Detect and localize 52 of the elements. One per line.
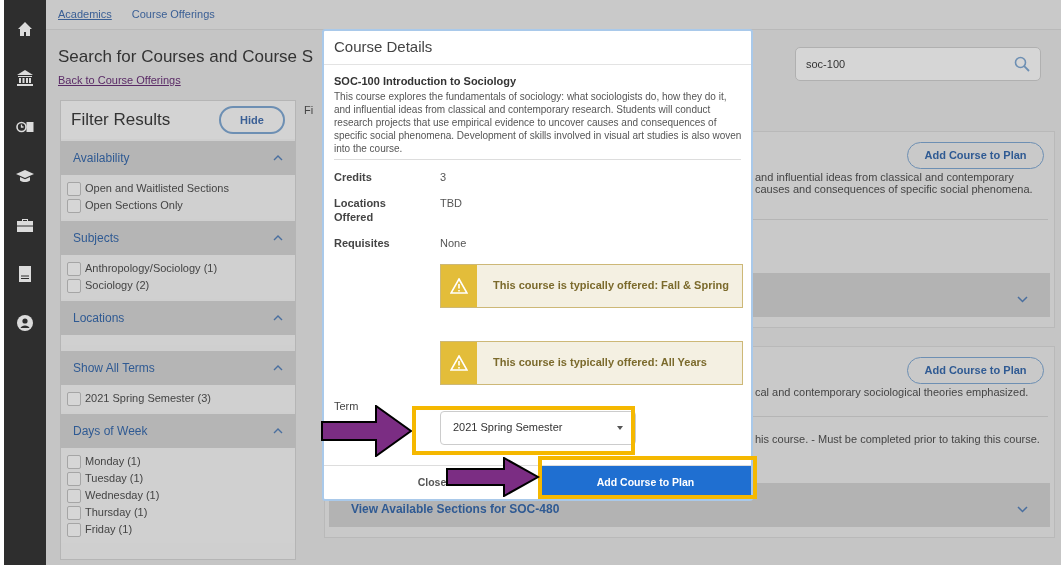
filter-option[interactable]: Thursday (1) bbox=[67, 504, 289, 521]
filter-option[interactable]: Monday (1) bbox=[67, 453, 289, 470]
requisite-text: his course. - Must be completed prior to taking this course. bbox=[754, 431, 1041, 447]
term-label: Term bbox=[334, 400, 360, 412]
notice-banner: This course is typically offered: All Years bbox=[440, 340, 743, 385]
description-text: cal and contemporary sociological theories emphasized. bbox=[755, 385, 1030, 398]
search-field[interactable]: soc-100 bbox=[795, 47, 1041, 81]
filter-title: Filter Results bbox=[71, 109, 171, 132]
warning-icon bbox=[450, 277, 468, 294]
notice-banner: This course is typically offered: Fall & Spring bbox=[440, 263, 743, 308]
bill-icon[interactable] bbox=[16, 265, 34, 283]
filter-section-header[interactable]: Show All Terms bbox=[61, 351, 295, 385]
filter-section-header[interactable]: Availability bbox=[61, 141, 295, 175]
filter-option[interactable]: 2021 Spring Semester (3) bbox=[67, 390, 289, 407]
breadcrumb-link[interactable]: Academics bbox=[58, 6, 112, 23]
detail-label: Requisites bbox=[334, 235, 391, 250]
detail-value: None bbox=[440, 235, 467, 250]
filter-option[interactable]: Open and Waitlisted Sections bbox=[67, 180, 289, 197]
home-icon[interactable] bbox=[16, 20, 34, 38]
filter-section-header[interactable]: Days of Week bbox=[61, 414, 295, 448]
back-link[interactable]: Back to Course Offerings bbox=[58, 71, 314, 88]
detail-value: 3 bbox=[440, 169, 447, 184]
filter-option[interactable]: Sociology (2) bbox=[67, 277, 289, 294]
hide-button[interactable]: Hide bbox=[219, 106, 285, 134]
chevron-down-icon bbox=[1017, 506, 1028, 513]
course-title: SOC-100 Introduction to Sociology bbox=[334, 74, 518, 89]
user-icon[interactable] bbox=[16, 314, 34, 332]
filter-option[interactable]: Anthropology/Sociology (1) bbox=[67, 260, 289, 277]
breadcrumb-link[interactable]: Course Offerings bbox=[131, 6, 215, 23]
description-text: causes and consequences of specific social phenomena. bbox=[755, 182, 1034, 195]
detail-label: Credits bbox=[334, 169, 373, 184]
warning-icon bbox=[450, 354, 468, 371]
filter-section-header[interactable]: Locations bbox=[61, 301, 295, 335]
caret-icon bbox=[617, 425, 623, 430]
graduation-cap-icon[interactable] bbox=[16, 167, 34, 185]
course-description: This course explores the fundamentals of sociology: what sociologists do, how they do it, and influential ideas from classical and contemporary research. Students will conduct research projects that use empirical evidence to uncover causes and consequences of specific social phenomena. Development of skills involved in visual art studies is also woven into the course. bbox=[334, 89, 743, 155]
page-title: Search for Courses and Course S bbox=[58, 46, 314, 68]
filter-option[interactable]: Wednesday (1) bbox=[67, 487, 289, 504]
briefcase-icon[interactable] bbox=[16, 216, 34, 234]
search-icon bbox=[1014, 56, 1030, 72]
detail-label: Locations Offered bbox=[334, 195, 387, 224]
filter-option[interactable]: Friday (1) bbox=[67, 521, 289, 538]
detail-value: TBD bbox=[440, 195, 462, 211]
bank-icon[interactable] bbox=[16, 69, 34, 87]
results-label: Fi bbox=[304, 103, 314, 118]
filter-section-header[interactable]: Subjects bbox=[61, 221, 295, 255]
chevron-down-icon bbox=[1017, 296, 1028, 303]
filter-option[interactable]: Tuesday (1) bbox=[67, 470, 289, 487]
dialog-title: Course Details bbox=[334, 37, 433, 58]
description-text: and influential ideas from classical and contemporary bbox=[755, 170, 1015, 183]
filter-option[interactable]: Open Sections Only bbox=[67, 197, 289, 214]
term-select[interactable]: 2021 Spring Semester bbox=[440, 410, 636, 445]
